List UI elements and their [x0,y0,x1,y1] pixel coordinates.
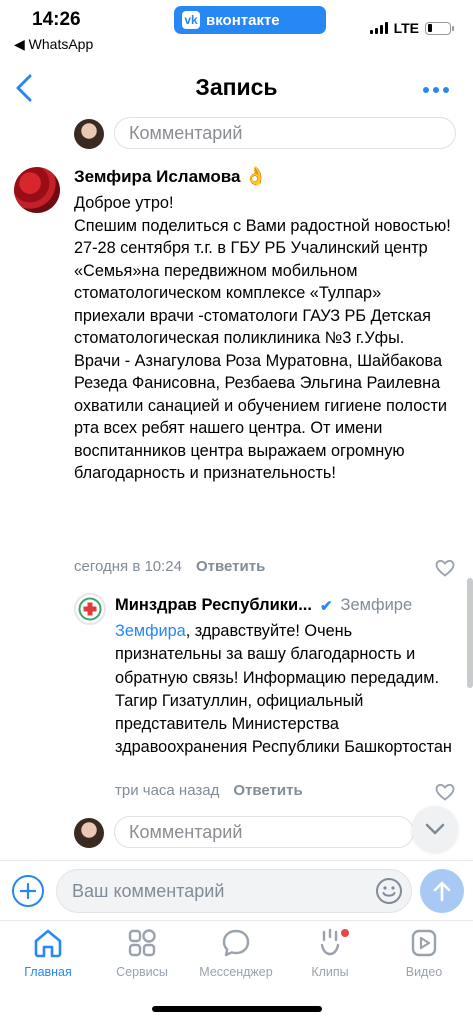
smile-icon[interactable] [374,876,404,906]
medical-cross-icon [78,597,102,621]
reply-to-name[interactable]: Земфире [341,596,413,615]
reply-body: , здравствуйте! Очень признательны за ва… [115,622,452,757]
tab-video-label: Видео [405,965,443,979]
video-icon [411,929,437,957]
like-heart-icon[interactable] [435,559,455,577]
home-icon [34,929,62,958]
tab-messenger-label: Мессенджер [199,965,273,979]
author-avatar[interactable] [14,167,60,213]
tab-clips-label: Клипы [311,965,349,979]
tab-video[interactable]: Видео [377,927,471,979]
reply-reply-button[interactable]: Ответить [233,782,302,799]
tab-home-label: Главная [24,965,72,979]
services-icon [128,929,156,957]
tab-home[interactable]: Главная [1,927,95,979]
plus-icon [20,883,36,899]
scrollbar[interactable] [467,578,473,688]
signal-icon [369,22,388,34]
chevron-down-icon [425,823,445,835]
current-user-avatar-bottom [74,818,104,848]
verified-check-icon: ✔ [319,597,333,615]
status-time: 14:26 [32,9,81,30]
comment-meta: сегодня в 10:24 Ответить [74,558,265,575]
app-badge: vk вконтакте [174,6,326,34]
notification-dot [341,929,349,937]
ok-hand-emoji-icon: 👌 [244,166,267,186]
comment-time: сегодня в 10:24 [74,558,182,575]
more-options-icon[interactable] [423,87,449,93]
send-button[interactable] [420,869,464,913]
comment-input[interactable]: Комментарий [114,117,456,149]
comment-composer: Ваш комментарий [0,860,473,920]
page-title: Запись [195,74,278,100]
vk-logo-icon: vk [182,11,200,29]
tab-services-label: Сервисы [116,965,168,979]
reply-meta: три часа назад Ответить [115,782,303,799]
back-to-app-link[interactable]: ◀ WhatsApp [14,36,93,53]
messenger-icon [222,929,250,957]
reply-like-heart-icon[interactable] [435,783,455,801]
tab-messenger[interactable]: Мессенджер [189,927,283,979]
app-badge-label: вконтакте [206,11,280,29]
reply-time: три часа назад [115,782,220,799]
current-user-avatar [74,119,104,149]
tab-services[interactable]: Сервисы [95,927,189,979]
comment-text: Доброе утро! Спешим поделиться с Вами ра… [74,194,451,482]
composer-input[interactable]: Ваш комментарий [56,869,412,913]
comment-author[interactable]: Земфира Исламова 👌 [74,166,267,187]
comment-author-name[interactable]: Земфира Исламова [74,167,240,186]
nav-bar: Запись [0,60,473,116]
attach-button[interactable] [12,875,44,907]
reply-author-name[interactable]: Минздрав Республики... [115,596,312,615]
network-label: LTE [393,20,419,36]
reply-text: Земфира, здравствуйте! Очень признательн… [115,620,460,760]
reply-button[interactable]: Ответить [196,558,265,575]
mention-link[interactable]: Земфира [115,622,186,640]
scroll-down-button[interactable] [412,806,458,852]
arrow-up-icon [433,881,451,902]
status-indicators: LTE [369,20,454,36]
battery-icon [425,21,454,35]
reply-author[interactable]: Минздрав Республики... ✔ Земфире [115,596,412,615]
tab-clips[interactable]: Клипы [283,927,377,979]
home-indicator [152,1006,322,1012]
comment-input-bottom[interactable]: Комментарий [114,816,414,848]
status-bar: 14:26 ◀ WhatsApp vk вконтакте LTE [0,0,473,56]
ministry-avatar[interactable] [74,593,106,625]
